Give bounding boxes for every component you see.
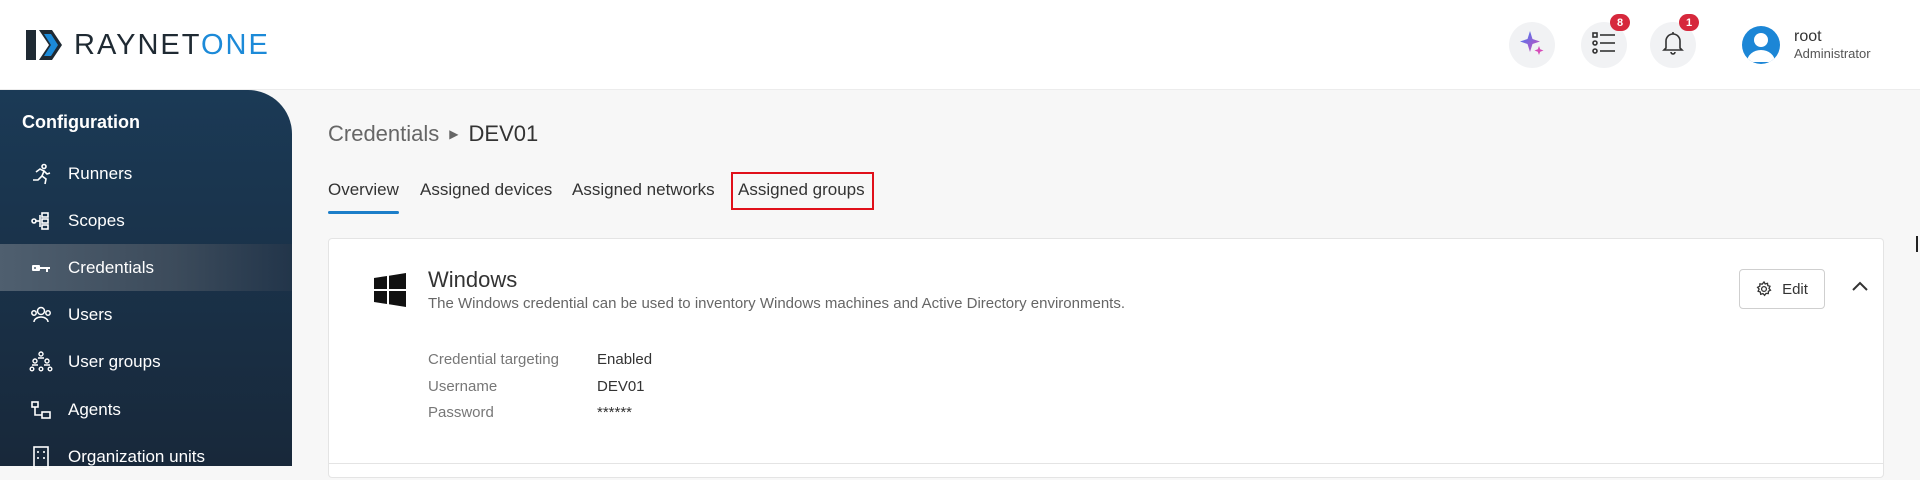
key-icon [28,255,54,281]
tab-assigned-devices[interactable]: Assigned devices [420,178,552,214]
task-list-button[interactable]: 8 [1581,14,1630,68]
sidebar-title: Configuration [22,112,140,132]
sidebar-item-label: Runners [68,163,133,183]
user-menu[interactable]: root Administrator [1742,26,1871,64]
sidebar-item-users[interactable]: Users [0,291,292,338]
avatar [1742,26,1780,64]
users-icon [28,302,54,328]
breadcrumb-separator-icon: ▶ [449,127,459,141]
field-label-password: Password [428,404,494,421]
field-value-password: ****** [597,404,633,421]
sidebar-item-agents[interactable]: Agents [0,386,292,433]
runner-icon [28,161,54,187]
sidebar-item-label: Organization units [68,446,206,466]
text-cursor [1916,236,1918,252]
user-role: Administrator [1794,46,1871,61]
gear-icon [1756,281,1772,297]
logo-mark-icon [22,26,66,64]
sidebar: Configuration Runners Scopes Credentials [0,90,292,469]
task-list-icon [1591,30,1617,61]
edit-button[interactable]: Edit [1739,269,1825,309]
notification-bell-icon [1661,30,1685,61]
collapse-button[interactable] [1849,277,1871,299]
card-divider [329,463,1883,464]
card-description: The Windows credential can be used to in… [428,295,1125,312]
top-bar: RAYNETONE 8 1 root Administrator [0,0,1920,90]
sidebar-item-credentials[interactable]: Credentials [0,244,292,291]
task-count-badge: 8 [1610,14,1630,31]
sidebar-item-scopes[interactable]: Scopes [0,197,292,244]
tab-highlight-box [731,172,874,210]
sidebar-item-label: Credentials [68,257,154,277]
chevron-up-icon [1851,279,1869,297]
field-value-credential-targeting: Enabled [597,351,653,368]
logo-text: RAYNETONE [74,28,270,61]
card-title: Windows [428,267,518,292]
field-label-username: Username [428,378,498,395]
sidebar-item-label: Users [68,304,113,324]
breadcrumb-parent-link[interactable]: Credentials [328,121,439,147]
ai-assistant-icon [1518,29,1546,62]
ai-assistant-button[interactable] [1509,22,1555,68]
edit-button-label: Edit [1782,280,1808,298]
tab-overview[interactable]: Overview [328,178,399,214]
user-groups-icon [28,349,54,375]
notifications-button[interactable]: 1 [1650,14,1699,68]
breadcrumb: Credentials ▶ DEV01 [328,121,538,147]
raynet-one-logo[interactable]: RAYNETONE [22,26,270,64]
agents-icon [28,397,54,423]
sidebar-item-user-groups[interactable]: User groups [0,338,292,385]
sidebar-item-runners[interactable]: Runners [0,150,292,197]
windows-icon [373,273,407,307]
scopes-icon [28,208,54,234]
field-value-username: DEV01 [597,378,645,395]
notification-count-badge: 1 [1679,14,1699,31]
sidebar-item-label: User groups [68,351,161,371]
sidebar-item-label: Agents [68,399,121,419]
breadcrumb-current: DEV01 [468,121,539,146]
user-name: root [1794,28,1822,45]
sidebar-item-organization-units[interactable]: Organization units [0,433,292,480]
sidebar-item-label: Scopes [68,210,125,230]
credential-card: Windows The Windows credential can be us… [328,238,1884,478]
field-label-credential-targeting: Credential targeting [428,351,559,368]
tab-assigned-networks[interactable]: Assigned networks [572,178,715,214]
